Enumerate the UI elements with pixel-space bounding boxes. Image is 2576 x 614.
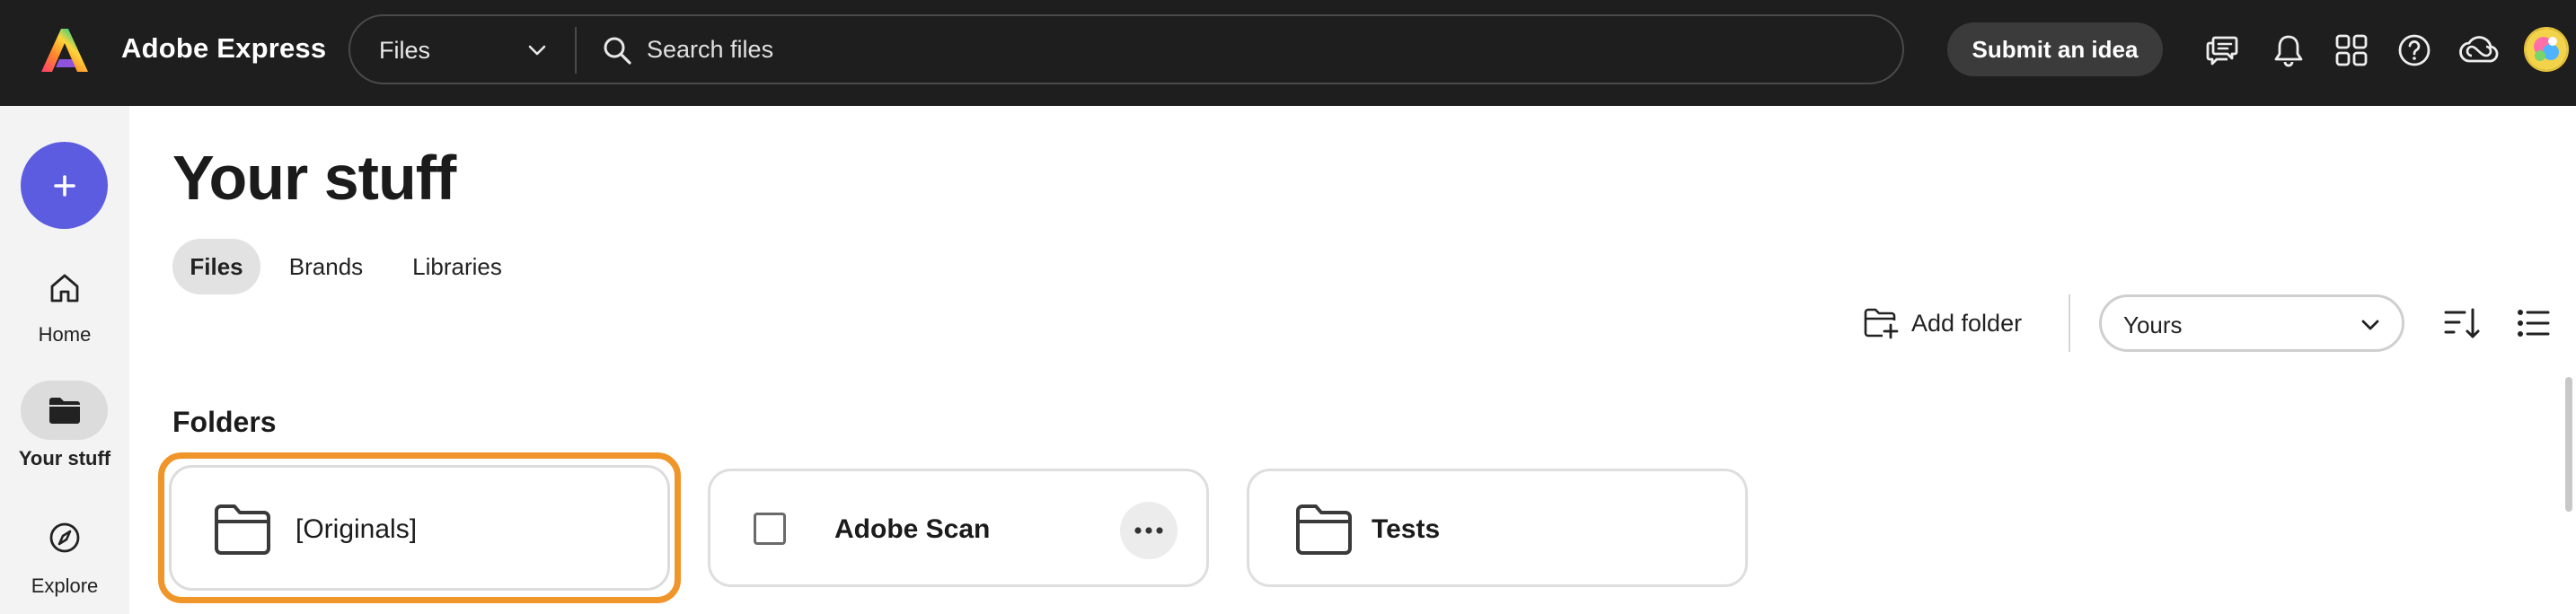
left-rail: Home Your stuff Explore [0,106,129,614]
select-checkbox[interactable] [754,513,786,545]
folder-name: [Originals] [296,514,418,544]
app-name[interactable]: Adobe Express [121,32,326,65]
create-button[interactable] [21,142,108,229]
top-bar: Adobe Express Files Submit an idea [0,0,2576,106]
add-folder-icon [1864,308,1899,339]
search-bar: Files [348,14,1904,84]
add-folder-button[interactable]: Add folder [1863,301,2022,346]
plus-icon [53,174,75,197]
compass-icon [49,522,79,553]
folder-icon [49,398,80,424]
more-options-button[interactable] [1120,502,1178,559]
add-folder-label: Add folder [1911,309,2023,337]
page-scrollbar[interactable] [2565,377,2572,512]
ellipsis-icon [1134,527,1163,534]
rail-label-explore: Explore [31,575,99,597]
rail-label-home: Home [38,323,92,346]
rail-item-explore[interactable]: Explore [0,508,129,607]
search-icon [604,37,631,65]
help-icon[interactable] [2396,32,2432,68]
apps-grid-icon[interactable] [2333,32,2369,68]
folder-name: Tests [1372,514,1441,544]
rail-icon-container-active [21,381,108,440]
rail-item-home[interactable]: Home [0,259,129,357]
bell-icon[interactable] [2271,32,2307,68]
tab-brands[interactable]: Brands [278,239,374,294]
rail-label-your-stuff: Your stuff [18,447,111,469]
creative-cloud-icon[interactable] [2457,32,2501,68]
search-scope-label: Files [379,37,431,64]
list-view-icon[interactable] [2515,305,2551,341]
folder-card-tests[interactable]: Tests [1247,469,1748,587]
folder-icon [1296,504,1352,555]
rail-icon-container [21,259,108,318]
tab-files[interactable]: Files [172,239,260,294]
search-divider [575,27,577,74]
feedback-icon[interactable] [2204,32,2240,68]
rail-item-your-stuff[interactable]: Your stuff [0,381,129,479]
home-icon [50,274,78,303]
toolbar-divider [2069,294,2070,352]
folders-section-title: Folders [172,406,277,438]
sort-descending-icon[interactable] [2443,305,2481,341]
user-avatar[interactable] [2524,27,2569,72]
avatar-image [2526,29,2567,70]
folder-icon [215,504,270,555]
folder-card-adobe-scan[interactable]: Adobe Scan [708,469,1209,587]
folder-card-originals[interactable]: [Originals] [169,465,670,591]
folder-name: Adobe Scan [834,514,991,544]
adobe-express-logo-icon[interactable] [40,25,90,75]
search-scope-dropdown[interactable]: Files [350,16,575,83]
owner-filter-dropdown[interactable]: Yours [2099,294,2404,352]
chevron-down-icon [528,45,546,56]
search-input[interactable] [647,29,1868,70]
page-title: Your stuff [172,143,456,213]
chevron-down-icon [2361,320,2379,330]
tab-libraries[interactable]: Libraries [401,239,514,294]
rail-icon-container [21,508,108,567]
owner-filter-value: Yours [2123,311,2183,338]
submit-idea-button[interactable]: Submit an idea [1947,22,2163,76]
